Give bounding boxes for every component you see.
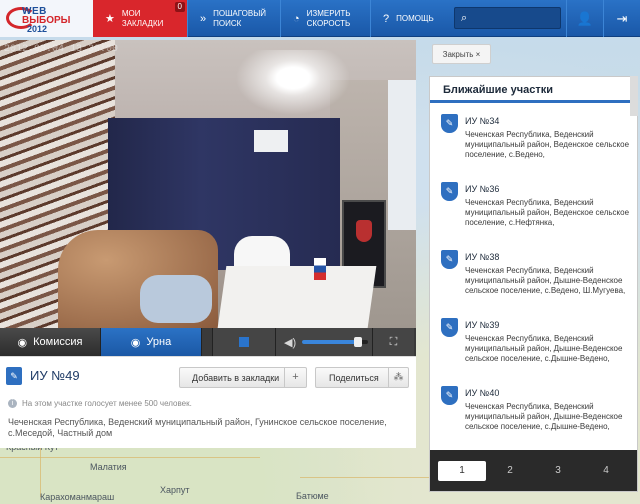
nav-label: ПОИСК	[213, 18, 242, 28]
nav-label: ИЗМЕРИТЬ	[306, 8, 351, 18]
fullscreen-icon: ⛶	[389, 335, 398, 348]
station-name[interactable]: ИУ №39	[465, 320, 499, 330]
volume-slider[interactable]	[302, 337, 369, 347]
camera-commission-button[interactable]: ◉ Комиссия	[0, 328, 101, 356]
station-list-item[interactable]: ✎ ИУ №39 Чеченская Республика, Веденский…	[430, 310, 637, 378]
station-item-address: Чеченская Республика, Веденский муниципа…	[465, 334, 623, 363]
voter-note-text: На этом участке голосует менее 500 челов…	[22, 399, 192, 408]
station-name[interactable]: ИУ №38	[465, 252, 499, 262]
table	[217, 266, 377, 328]
nav-label: МОИ	[121, 8, 141, 18]
station-item-address: Чеченская Республика, Веденский муниципа…	[465, 266, 626, 295]
station-list-item[interactable]: ✎ ИУ №34 Чеченская Республика, Веденский…	[430, 106, 637, 174]
fullscreen-button[interactable]: ⛶	[372, 328, 414, 356]
nav-label: ПОШАГОВЫЙ	[213, 8, 267, 18]
top-navigation-bar: WEB ВЫБОРЫ 2012 ★ МОИ ЗАКЛАДКИ 0 » ПОШАГО…	[0, 0, 640, 37]
nav-label: СКОРОСТЬ	[306, 18, 351, 28]
question-icon: ?	[383, 12, 390, 25]
station-list-item[interactable]: ✎ ИУ №40 Чеченская Республика, Веденский…	[430, 378, 637, 446]
map-label: Батюме	[296, 491, 329, 501]
scrollbar[interactable]	[630, 76, 638, 116]
volume-control[interactable]: ◀)	[276, 328, 372, 356]
nearest-stations-panel: Ближайшие участки ✎ ИУ №34 Чеченская Рес…	[429, 76, 638, 492]
plus-icon[interactable]: +	[284, 368, 306, 387]
ceiling-light	[228, 50, 358, 120]
map-label: Карахоманмараш	[40, 492, 115, 502]
nearest-stations-title: Ближайшие участки	[430, 77, 637, 103]
volume-knob[interactable]	[354, 337, 363, 347]
stop-button[interactable]	[212, 328, 276, 356]
logout-icon[interactable]: ⇥	[603, 0, 640, 37]
coat-of-arms-icon	[356, 220, 372, 242]
nav-label: ЗАКЛАДКИ	[121, 18, 164, 28]
double-chevron-icon: »	[200, 12, 207, 25]
station-pin-icon: ✎	[441, 250, 458, 269]
station-title: ИУ №49	[30, 368, 80, 383]
station-pin-icon: ✎	[441, 114, 458, 133]
station-pin-icon: ✎	[441, 182, 458, 201]
map-label: Харпут	[160, 485, 190, 495]
station-name[interactable]: ИУ №36	[465, 184, 499, 194]
pagination: 1 2 3 4	[430, 450, 637, 491]
station-item-address: Чеченская Республика, Веденский муниципа…	[465, 402, 623, 431]
camera-label: Комиссия	[33, 336, 83, 348]
stop-icon	[239, 337, 249, 347]
station-list-item[interactable]: ✎ ИУ №38 Чеченская Республика, Веденский…	[430, 242, 637, 310]
speedometer-icon: ◔	[293, 12, 300, 25]
pillow	[140, 275, 212, 323]
nav-label: ПОМОЩЬ	[396, 13, 434, 23]
voter-note: i На этом участке голосует менее 500 чел…	[8, 399, 192, 408]
search-input[interactable]	[473, 12, 554, 24]
station-pin-icon: ✎	[441, 386, 458, 405]
station-item-address: Чеченская Республика, Веденский муниципа…	[465, 130, 630, 159]
station-pin-icon: ✎	[441, 318, 458, 337]
map-label: Малатия	[90, 462, 127, 472]
station-list-item[interactable]: ✎ ИУ №36 Чеченская Республика, Веденский…	[430, 174, 637, 242]
share-button[interactable]: Поделиться ⁂	[315, 367, 409, 388]
booth-sign	[254, 130, 288, 152]
info-icon: i	[8, 399, 17, 408]
share-icon[interactable]: ⁂	[388, 368, 408, 387]
flag	[314, 258, 326, 280]
button-label: Поделиться	[329, 372, 379, 383]
page-button[interactable]: 4	[582, 461, 630, 481]
station-info-card: ✎ ИУ №49 Добавить в закладки + Поделитьс…	[0, 356, 416, 448]
button-label: Добавить в закладки	[192, 372, 280, 383]
station-item-address: Чеченская Республика, Веденский муниципа…	[465, 198, 630, 227]
search-box[interactable]: ⌕	[454, 7, 561, 29]
nearest-stations-list: ✎ ИУ №34 Чеченская Республика, Веденский…	[430, 106, 637, 450]
logo[interactable]: WEB ВЫБОРЫ 2012	[0, 0, 93, 37]
my-bookmarks-button[interactable]: ★ МОИ ЗАКЛАДКИ 0	[93, 0, 187, 37]
speaker-icon[interactable]: ◀)	[284, 336, 296, 349]
video-timestamp: 2012.03.04 13:30:00	[4, 44, 119, 55]
search-icon[interactable]: ⌕	[461, 12, 467, 25]
camera-label: Урна	[146, 336, 172, 348]
add-bookmark-button[interactable]: Добавить в закладки +	[179, 367, 307, 388]
step-search-button[interactable]: » ПОШАГОВЫЙ ПОИСК	[187, 0, 280, 37]
video-player: 2012.03.04 13:30:00 ◉ Комиссия ◉ Урна ◀)…	[0, 40, 416, 356]
camera-icon: ◉	[130, 336, 141, 349]
user-icon[interactable]: 👤	[566, 0, 603, 37]
help-button[interactable]: ? ПОМОЩЬ	[370, 0, 450, 37]
close-panel-button[interactable]: Закрыть ×	[432, 44, 491, 64]
logo-text: 2012	[27, 24, 48, 34]
station-name[interactable]: ИУ №34	[465, 116, 499, 126]
measure-speed-button[interactable]: ◔ ИЗМЕРИТЬ СКОРОСТЬ	[280, 0, 370, 37]
station-name[interactable]: ИУ №40	[465, 388, 499, 398]
volume-fill	[302, 340, 359, 344]
page-button[interactable]: 2	[486, 461, 534, 481]
video-controls: ◉ Комиссия ◉ Урна ◀) ⛶	[0, 328, 416, 356]
bookmarks-count-badge: 0	[174, 2, 185, 12]
webcam-stream[interactable]: 2012.03.04 13:30:00	[0, 40, 416, 328]
camera-icon: ◉	[17, 336, 28, 349]
star-icon: ★	[105, 12, 115, 25]
station-pin-icon: ✎	[6, 367, 22, 385]
camera-urn-button[interactable]: ◉ Урна	[101, 328, 202, 356]
window	[388, 80, 416, 230]
station-address: Чеченская Республика, Веденский муниципа…	[8, 417, 387, 438]
page-button[interactable]: 3	[534, 461, 582, 481]
page-button[interactable]: 1	[438, 460, 486, 481]
